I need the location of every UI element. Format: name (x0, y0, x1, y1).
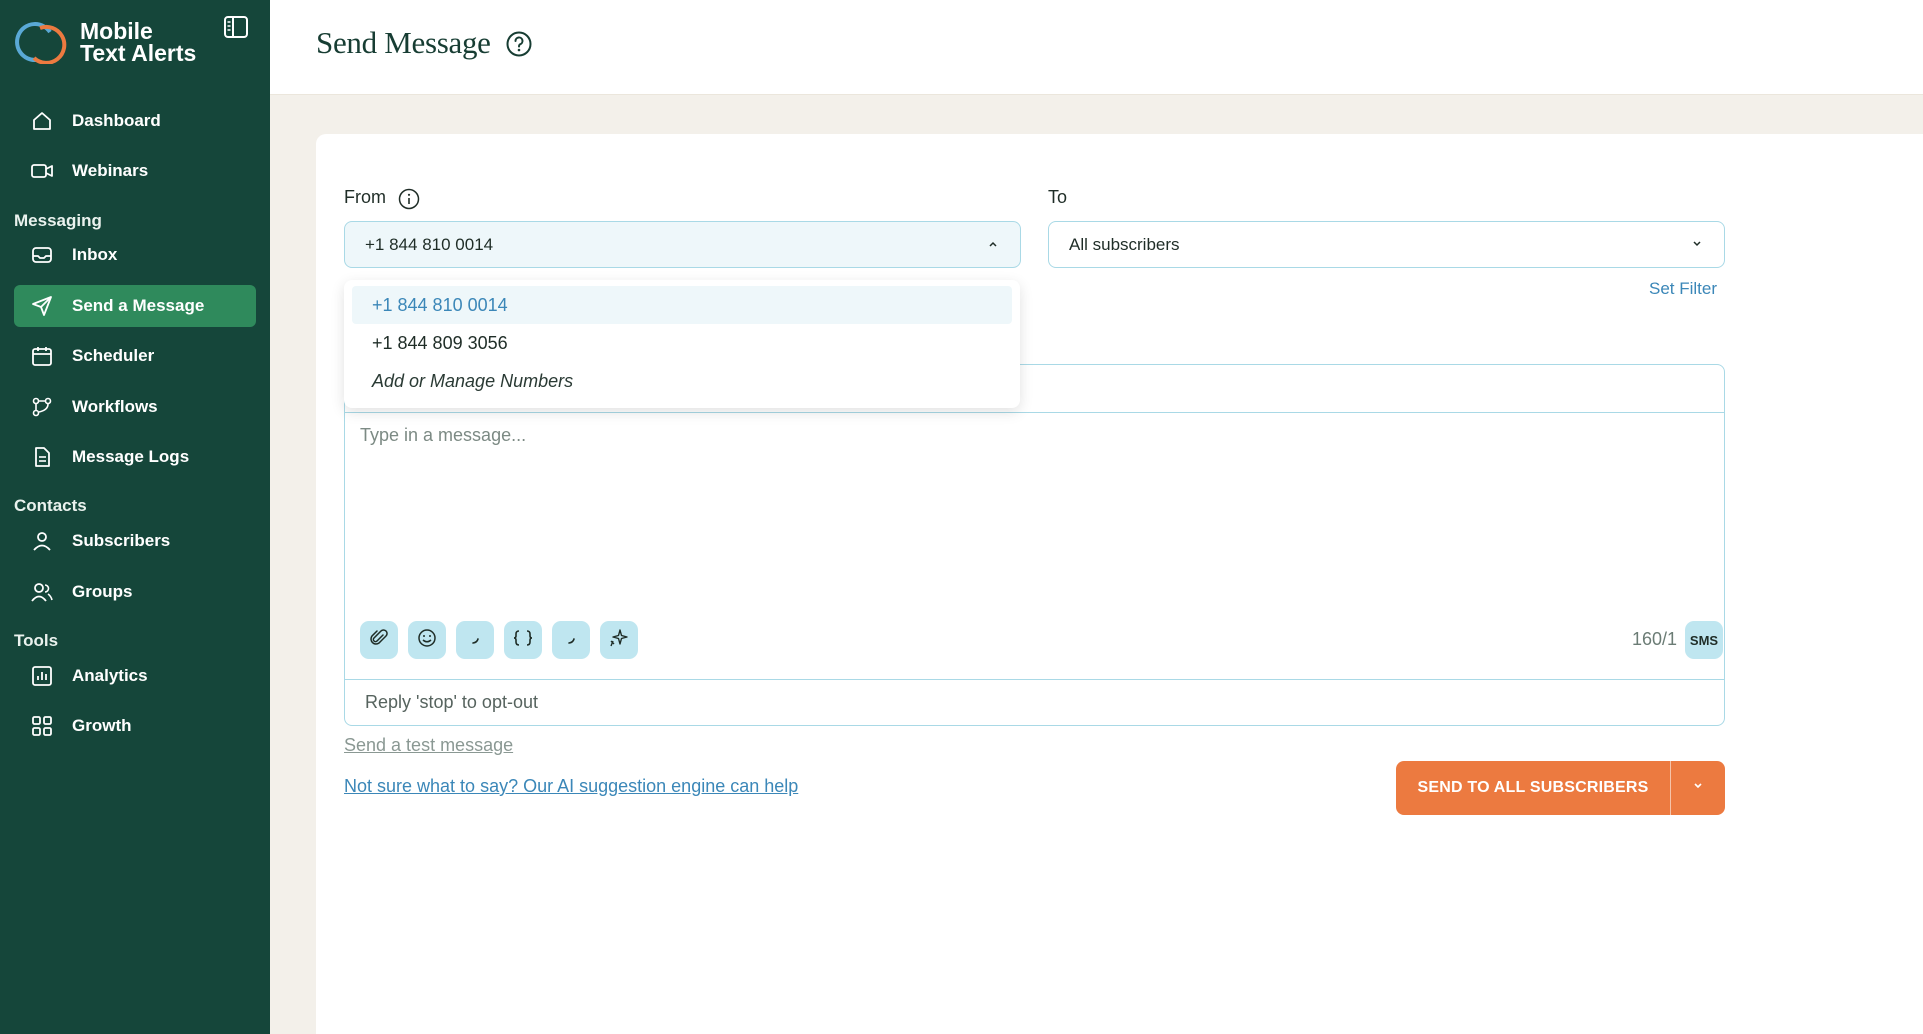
sidebar-item-label: Scheduler (72, 346, 155, 365)
attach-button[interactable] (360, 621, 398, 659)
sidebar-item-label: Growth (72, 716, 132, 735)
sms-badge: SMS (1685, 621, 1723, 659)
home-icon (30, 109, 54, 133)
sidebar-item-workflows[interactable]: Workflows (14, 386, 256, 428)
brand-line-2: Text Alerts (80, 40, 197, 66)
nav-section-contacts: Contacts (14, 496, 87, 515)
sidebar-item-growth[interactable]: Growth (14, 705, 256, 747)
character-count: 160/1 (1632, 629, 1678, 649)
set-filter-link[interactable]: Set Filter (1649, 279, 1717, 299)
workflow-icon (30, 395, 54, 419)
dropdown-option-number-2[interactable]: +1 844 809 3056 (352, 324, 1012, 362)
info-icon[interactable] (398, 188, 420, 210)
brand[interactable]: Mobile Text Alerts (14, 18, 197, 66)
sidebar-item-webinars[interactable]: Webinars (14, 150, 256, 192)
to-select-value: All subscribers (1069, 234, 1180, 254)
send-icon (30, 294, 54, 318)
sidebar-item-scheduler[interactable]: Scheduler (14, 335, 256, 377)
dropdown-option-number-1[interactable]: +1 844 810 0014 (352, 286, 1012, 324)
send-test-message-link[interactable]: Send a test message (344, 735, 513, 756)
message-composer: 160/1 SMS Reply 'stop' to opt-out (344, 364, 1725, 726)
video-camera-icon (30, 159, 54, 183)
sidebar-item-groups[interactable]: Groups (14, 571, 256, 613)
sidebar-item-dashboard[interactable]: Dashboard (14, 100, 256, 142)
sparkles-icon (608, 627, 630, 654)
send-to-all-button[interactable]: SEND TO ALL SUBSCRIBERS (1396, 761, 1670, 815)
user-icon (30, 529, 54, 553)
sidebar-item-send-message[interactable]: Send a Message (14, 285, 256, 327)
sidebar-item-label: Webinars (72, 161, 149, 180)
from-dropdown-menu: +1 844 810 0014 +1 844 809 3056 Add or M… (344, 280, 1020, 408)
document-icon (30, 445, 54, 469)
sidebar-item-label: Send a Message (72, 296, 205, 315)
grid-icon (30, 714, 54, 738)
from-select-value: +1 844 810 0014 (365, 234, 494, 254)
from-label: From (344, 187, 386, 207)
sidebar-item-label: Subscribers (72, 531, 171, 550)
message-input[interactable] (360, 425, 1700, 565)
to-select[interactable]: All subscribers (1048, 221, 1725, 268)
sidebar-item-label: Analytics (72, 666, 148, 685)
send-options-button[interactable] (1671, 761, 1725, 815)
shortlink-icon (561, 628, 581, 653)
brand-line-1: Mobile (80, 18, 153, 44)
nav-section-messaging: Messaging (14, 211, 102, 230)
users-icon (30, 580, 54, 604)
sidebar-item-label: Workflows (72, 397, 158, 416)
bar-chart-icon (30, 664, 54, 688)
sidebar: Mobile Text Alerts Dashboard Webinars Me… (0, 0, 270, 1034)
to-label: To (1048, 187, 1068, 207)
shortlink-button[interactable] (552, 621, 590, 659)
curly-braces-icon (512, 628, 534, 653)
sidebar-collapse-icon[interactable] (222, 14, 250, 40)
send-message-card: From +1 844 810 0014 To All subscribers … (316, 134, 1923, 1034)
sidebar-item-message-logs[interactable]: Message Logs (14, 436, 256, 478)
paperclip-icon (369, 628, 389, 653)
from-select[interactable]: +1 844 810 0014 (344, 221, 1021, 268)
dropdown-option-manage-numbers[interactable]: Add or Manage Numbers (352, 362, 1012, 400)
sidebar-item-label: Inbox (72, 245, 118, 264)
calendar-icon (30, 344, 54, 368)
chevron-up-icon (986, 236, 1000, 250)
ai-assist-button[interactable] (600, 621, 638, 659)
link-button[interactable] (456, 621, 494, 659)
chevron-down-icon (1690, 236, 1704, 250)
link-icon (465, 628, 485, 653)
sidebar-item-label: Dashboard (72, 111, 161, 130)
brand-logo-icon (14, 20, 70, 65)
nav-section-tools: Tools (14, 631, 59, 650)
inbox-icon (30, 243, 54, 267)
emoji-button[interactable] (408, 621, 446, 659)
sidebar-item-label: Message Logs (72, 447, 190, 466)
merge-tags-button[interactable] (504, 621, 542, 659)
ai-suggestion-link[interactable]: Not sure what to say? Our AI suggestion … (344, 776, 798, 797)
send-button-group: SEND TO ALL SUBSCRIBERS (1396, 761, 1725, 815)
sidebar-item-analytics[interactable]: Analytics (14, 655, 256, 697)
sidebar-item-inbox[interactable]: Inbox (14, 234, 256, 276)
brand-name: Mobile Text Alerts (80, 18, 197, 66)
chevron-down-icon (1691, 779, 1705, 798)
page-header: Send Message (270, 0, 1923, 95)
help-circle-icon[interactable] (505, 30, 533, 58)
sidebar-item-label: Groups (72, 582, 133, 601)
opt-out-footer: Reply 'stop' to opt-out (345, 679, 1724, 725)
smiley-icon (417, 628, 437, 653)
sidebar-item-subscribers[interactable]: Subscribers (14, 520, 256, 562)
page-title: Send Message (316, 25, 491, 60)
